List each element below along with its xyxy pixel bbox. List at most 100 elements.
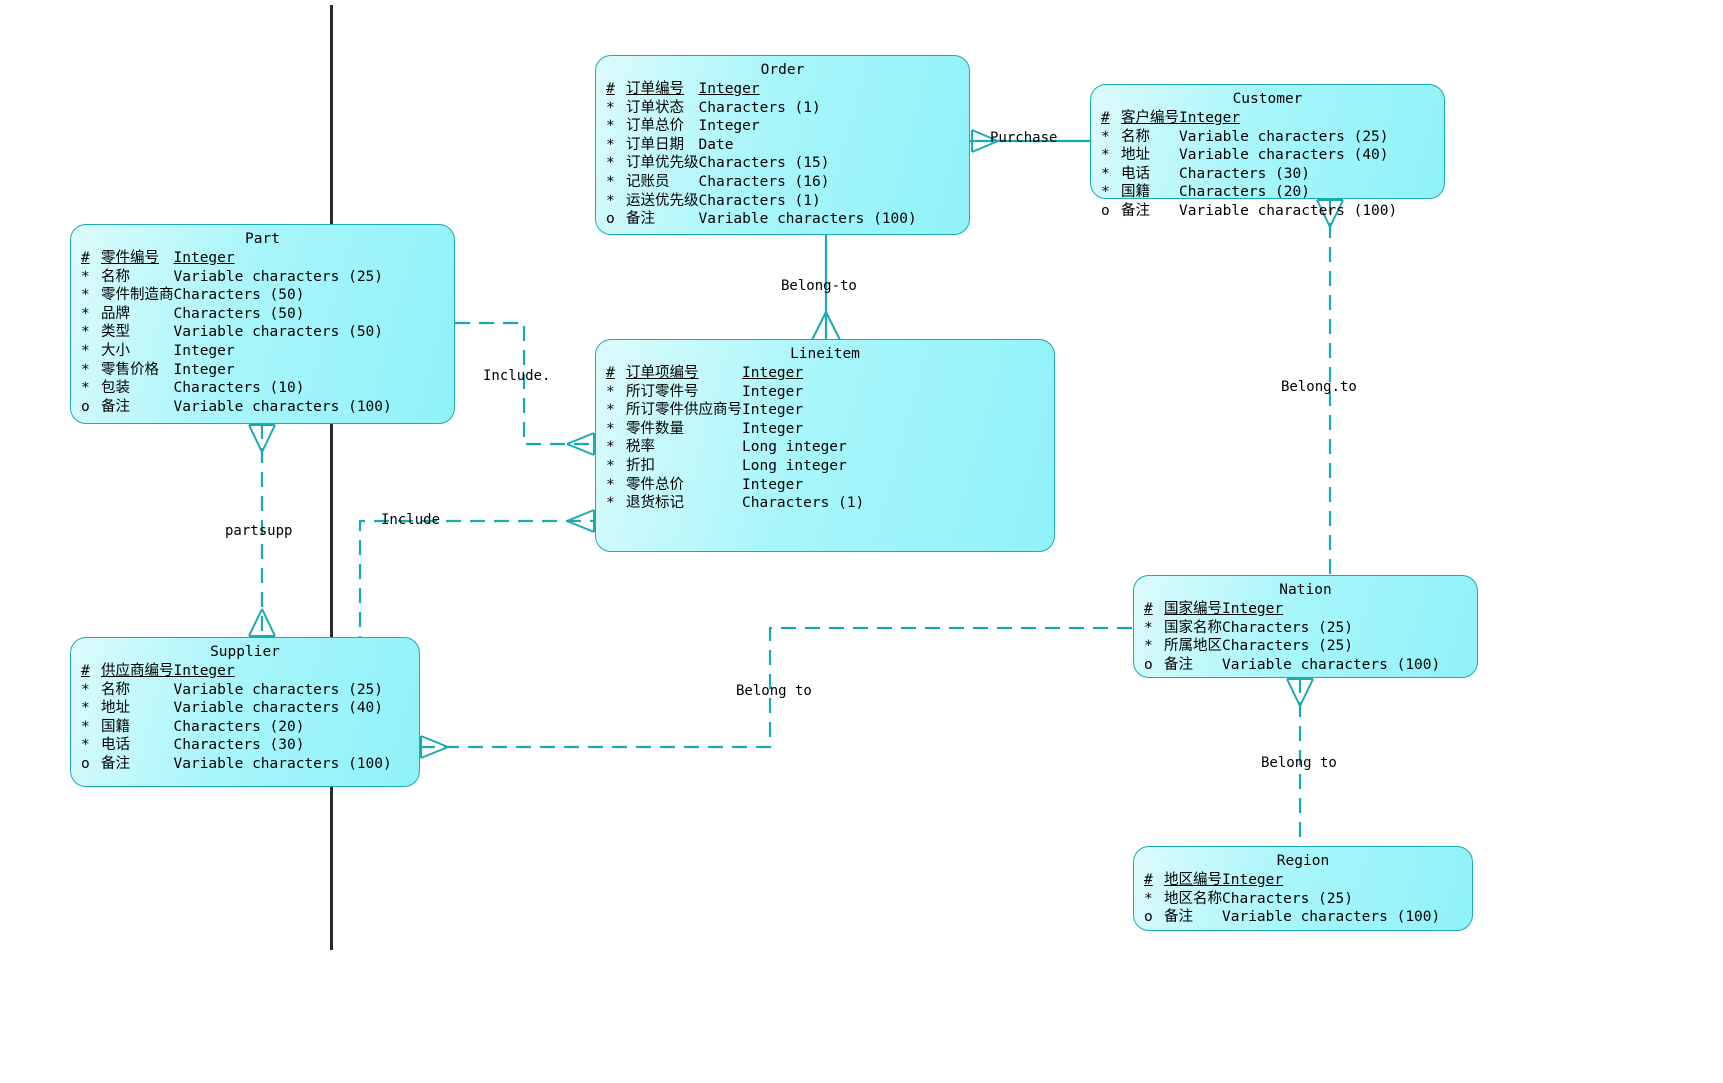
attribute-row[interactable]: * 零件制造商 Characters (50) [81,286,392,305]
attribute-row[interactable]: # 供应商编号 Integer [81,662,392,681]
attribute-row[interactable]: * 订单日期 Date [606,136,917,155]
relationship-label-partsupp[interactable]: partsupp [225,523,292,539]
attribute-name: 税率 [626,439,655,456]
attribute-row[interactable]: * 国籍 Characters (20) [81,718,392,737]
relationship-label-customer-nation[interactable]: Belong.to [1281,379,1357,395]
attribute-row[interactable]: # 订单项编号 Integer [606,364,864,383]
attribute-row[interactable]: * 地址 Variable characters (40) [1101,146,1397,165]
attribute-row[interactable]: * 所订零件供应商号 Integer [606,401,864,420]
attribute-row[interactable]: * 大小 Integer [81,342,392,361]
attribute-row[interactable]: * 订单优先级 Characters (15) [606,154,917,173]
entity-supplier[interactable]: Supplier # 供应商编号 Integer * 名称 Variable charact… [70,637,420,787]
attribute-row[interactable]: * 退货标记 Characters (1) [606,494,864,513]
attribute-name: 地址 [1121,147,1150,164]
attribute-name: 国籍 [101,718,130,735]
attribute-name: 类型 [101,324,130,341]
attribute-row[interactable]: * 国籍 Characters (20) [1101,183,1397,202]
attribute-row[interactable]: o 备注 Variable characters (100) [81,398,392,417]
attribute-row[interactable]: o 备注 Variable characters (100) [1101,202,1397,221]
attribute-row[interactable]: * 所属地区 Characters (25) [1144,637,1440,656]
attribute-type: Date [698,136,734,153]
attribute-row[interactable]: * 名称 Variable characters (25) [1101,128,1397,147]
relationship-label-nation-region[interactable]: Belong to [1261,755,1337,771]
attribute-row[interactable]: * 电话 Characters (30) [81,736,392,755]
attribute-row[interactable]: * 包装 Characters (10) [81,379,392,398]
attribute-row[interactable]: * 名称 Variable characters (25) [81,268,392,287]
attribute-type: Integer [1179,110,1241,126]
attribute-row[interactable]: # 国家编号 Integer [1144,600,1440,619]
relationship-label-order-lineitem[interactable]: Belong-to [781,278,857,294]
attribute-row[interactable]: # 客户编号 Integer [1101,109,1397,128]
attribute-row[interactable]: # 地区编号 Integer [1144,871,1440,890]
attribute-row[interactable]: * 折扣 Long integer [606,457,864,476]
attribute-marker: * [81,324,90,341]
attribute-row[interactable]: o 备注 Variable characters (100) [606,210,917,229]
attribute-row[interactable]: * 地址 Variable characters (40) [81,699,392,718]
attribute-marker: # [81,250,90,266]
attribute-row[interactable]: * 品牌 Characters (50) [81,305,392,324]
relationship-label-purchase[interactable]: Purchase [990,130,1057,146]
attribute-name: 所订零件供应商号 [626,402,742,419]
attribute-row[interactable]: * 零件数量 Integer [606,420,864,439]
attribute-type: Characters (50) [173,305,305,322]
attribute-row[interactable]: * 订单总价 Integer [606,117,917,136]
attribute-row[interactable]: o 备注 Variable characters (100) [81,755,392,774]
entity-region[interactable]: Region # 地区编号 Integer * 地区名称 Characters (25) o 备… [1133,846,1473,931]
attribute-row[interactable]: * 记账员 Characters (16) [606,173,917,192]
attribute-name: 电话 [101,737,130,754]
attribute-row[interactable]: # 订单编号 Integer [606,80,917,99]
attribute-row[interactable]: * 运送优先级 Characters (1) [606,192,917,211]
attribute-name: 备注 [1121,202,1150,219]
attribute-marker: # [606,81,615,97]
attribute-name: 订单状态 [626,99,684,116]
attribute-row[interactable]: # 零件编号 Integer [81,249,392,268]
attribute-name: 备注 [1164,909,1193,926]
attribute-row[interactable]: * 零件总价 Integer [606,476,864,495]
attribute-table: # 订单项编号 Integer * 所订零件号 Integer * 所订零件供应商号 Integ… [606,364,864,513]
attribute-type: Integer [173,361,235,378]
link-part-lineitem[interactable] [455,321,595,456]
attribute-row[interactable]: * 地区名称 Characters (25) [1144,890,1440,909]
attribute-name: 退货标记 [626,495,684,512]
attribute-type: Integer [173,342,235,359]
attribute-row[interactable]: o 备注 Variable characters (100) [1144,908,1440,927]
attribute-row[interactable]: * 类型 Variable characters (50) [81,323,392,342]
attribute-row[interactable]: * 国家名称 Characters (25) [1144,619,1440,638]
attribute-marker: * [606,173,615,190]
entity-nation[interactable]: Nation # 国家编号 Integer * 国家名称 Characters (25) * 所… [1133,575,1478,678]
attribute-row[interactable]: * 电话 Characters (30) [1101,165,1397,184]
entity-title: Region [1276,853,1330,869]
attribute-name: 订单项编号 [626,365,699,381]
attribute-table: # 客户编号 Integer * 名称 Variable characters (25) *… [1101,109,1397,221]
entity-lineitem[interactable]: Lineitem # 订单项编号 Integer * 所订零件号 Integer * 所订零件供… [595,339,1055,552]
attribute-marker: * [1144,619,1153,636]
attribute-name: 零件制造商 [101,287,174,304]
relationship-label-part-lineitem[interactable]: Include. [483,368,550,384]
attribute-row[interactable]: * 名称 Variable characters (25) [81,681,392,700]
entity-part[interactable]: Part # 零件编号 Integer * 名称 Variable characters (… [70,224,455,424]
attribute-marker: o [606,211,615,228]
attribute-type: Characters (30) [1179,165,1310,182]
attribute-name: 名称 [101,268,130,285]
relationship-label-supp-lineitem[interactable]: Include [381,512,440,528]
attribute-row[interactable]: o 备注 Variable characters (100) [1144,656,1440,675]
attribute-type: Characters (20) [173,718,305,735]
attribute-type: Characters (30) [173,737,305,754]
attribute-row[interactable]: * 税率 Long integer [606,438,864,457]
attribute-type: Variable characters (40) [1179,147,1389,164]
attribute-name: 运送优先级 [626,192,699,209]
attribute-row[interactable]: * 零售价格 Integer [81,361,392,380]
attribute-marker: * [81,700,90,717]
entity-order[interactable]: Order # 订单编号 Integer * 订单状态 Characters (1) * 订单总… [595,55,970,235]
relationship-label-supp-nation[interactable]: Belong to [736,683,812,699]
attribute-row[interactable]: * 订单状态 Characters (1) [606,99,917,118]
attribute-marker: * [81,361,90,378]
attribute-name: 所属地区 [1164,638,1222,655]
attribute-type: Variable characters (25) [173,268,384,285]
attribute-type: Variable characters (25) [1179,128,1389,145]
attribute-row[interactable]: * 所订零件号 Integer [606,383,864,402]
attribute-type: Characters (1) [698,99,821,116]
entity-customer[interactable]: Customer # 客户编号 Integer * 名称 Variable characte… [1090,84,1445,219]
attribute-marker: o [81,755,90,772]
attribute-marker: # [81,663,90,679]
